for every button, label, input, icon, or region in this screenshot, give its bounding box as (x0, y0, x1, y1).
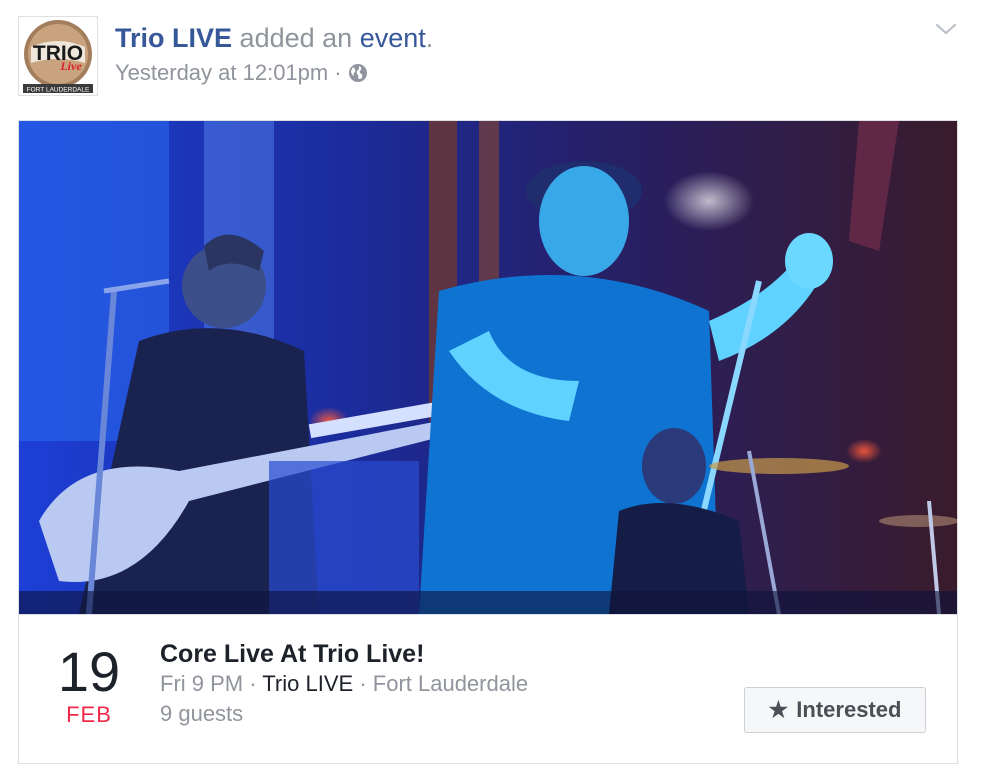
post-headline: Trio LIVE added an event. (115, 22, 433, 54)
event-cover-photo[interactable] (19, 121, 957, 614)
meta-separator: · (334, 60, 342, 85)
event-link[interactable]: event (360, 23, 426, 53)
concert-photo (19, 121, 957, 614)
subtitle-separator: · (249, 671, 257, 696)
event-location: Fort Lauderdale (372, 671, 529, 696)
event-host[interactable]: Trio LIVE (262, 671, 353, 696)
event-day: 19 (57, 640, 121, 703)
event-subtitle: Fri 9 PM · Trio LIVE · Fort Lauderdale (160, 669, 528, 699)
event-card[interactable]: 19 FEB Core Live At Trio Live! Fri 9 PM … (18, 120, 958, 764)
post-timestamp[interactable]: Yesterday at 12:01pm (115, 60, 328, 86)
event-date: 19 FEB (41, 643, 137, 727)
svg-text:FORT LAUDERDALE: FORT LAUDERDALE (27, 87, 90, 94)
event-guests[interactable]: 9 guests (160, 699, 528, 729)
chevron-down-icon[interactable] (934, 20, 958, 38)
event-time: Fri 9 PM (160, 671, 244, 696)
event-info: 19 FEB Core Live At Trio Live! Fri 9 PM … (19, 614, 957, 763)
subtitle-separator: · (359, 671, 367, 696)
event-details: Core Live At Trio Live! Fri 9 PM · Trio … (160, 639, 528, 729)
globe-icon[interactable] (348, 63, 368, 83)
interested-button[interactable]: ★ Interested (744, 687, 926, 733)
headline-period: . (425, 23, 434, 53)
event-title[interactable]: Core Live At Trio Live! (160, 639, 528, 669)
event-month: FEB (66, 702, 112, 727)
action-text: added an (239, 23, 353, 53)
svg-text:Live: Live (59, 59, 82, 73)
trio-live-logo: TRIO Live FORT LAUDERDALE (19, 17, 97, 95)
post-meta: Yesterday at 12:01pm · (115, 60, 433, 86)
page-avatar[interactable]: TRIO Live FORT LAUDERDALE (18, 16, 98, 96)
interested-label: Interested (796, 697, 902, 722)
star-icon: ★ (768, 697, 789, 722)
post-header: TRIO Live FORT LAUDERDALE Trio LIVE adde… (18, 16, 964, 106)
page-name-link[interactable]: Trio LIVE (115, 23, 232, 53)
post-header-text: Trio LIVE added an event. Yesterday at 1… (115, 22, 433, 86)
